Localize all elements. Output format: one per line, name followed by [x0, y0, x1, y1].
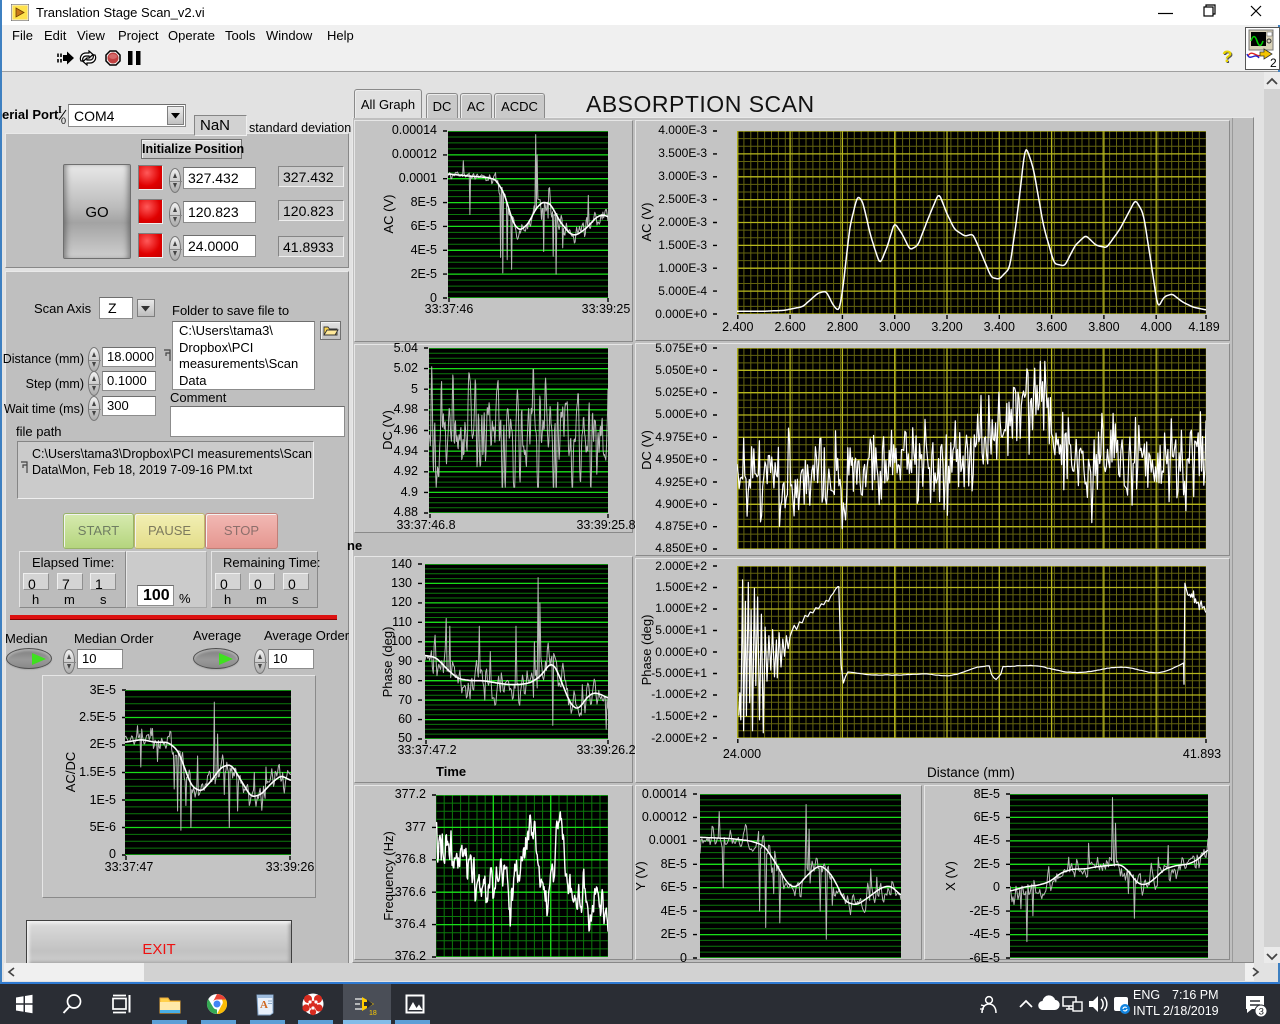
- svg-text:A: A: [260, 999, 268, 1011]
- svg-text:3: 3: [1259, 1007, 1264, 1018]
- svg-text:18: 18: [369, 1010, 377, 1017]
